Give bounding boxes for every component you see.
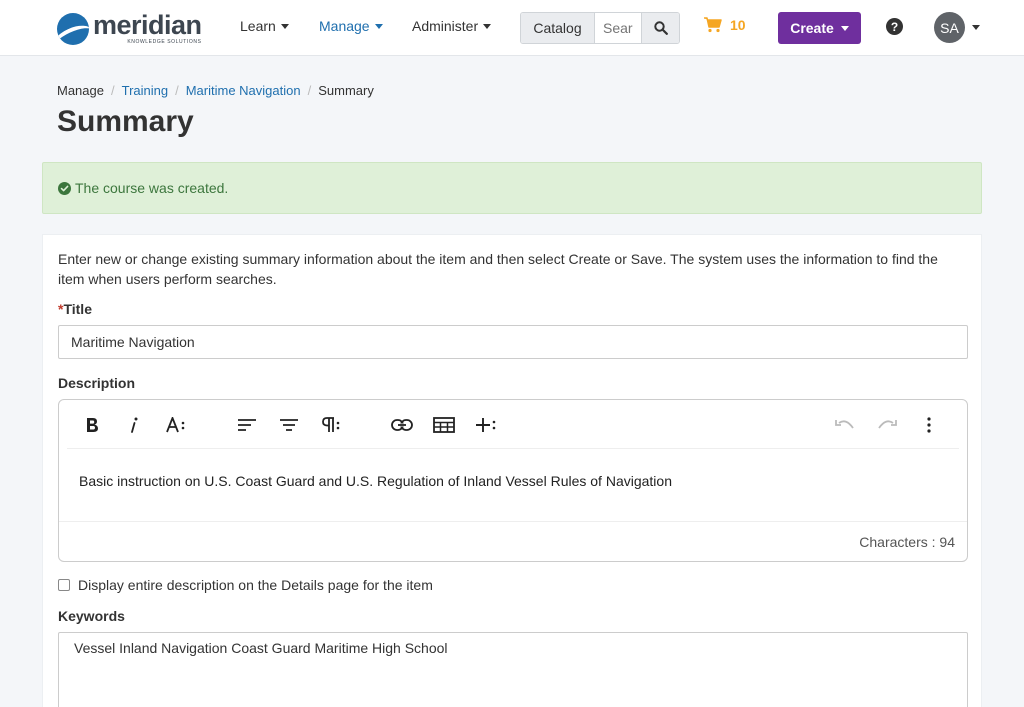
display-description-label: Display entire description on the Detail…: [78, 577, 433, 593]
top-navbar: meridian KNOWLEDGE SOLUTIONS Learn Manag…: [0, 0, 1024, 56]
search-button[interactable]: [641, 13, 679, 43]
font-size-icon: [166, 417, 185, 433]
align-left-icon: [238, 419, 256, 431]
chevron-down-icon: [374, 23, 383, 29]
catalog-dropdown-button[interactable]: Catalog: [521, 13, 595, 43]
character-count: Characters : 94: [859, 534, 955, 550]
align-center-icon: [280, 419, 298, 431]
check-circle-icon: [58, 181, 71, 195]
link-button[interactable]: [389, 412, 415, 438]
form-intro-text: Enter new or change existing summary inf…: [58, 251, 938, 287]
chevron-down-icon: [483, 23, 492, 29]
breadcrumb: Manage / Training / Maritime Navigation …: [57, 83, 374, 98]
italic-icon: [131, 417, 138, 433]
display-description-checkbox[interactable]: [58, 579, 70, 591]
description-content[interactable]: Basic instruction on U.S. Coast Guard an…: [79, 473, 672, 489]
keywords-textarea[interactable]: Vessel Inland Navigation Coast Guard Mar…: [58, 632, 968, 707]
search-input[interactable]: [595, 13, 641, 43]
brand-name: meridian: [93, 10, 202, 40]
display-description-option[interactable]: Display entire description on the Detail…: [58, 577, 433, 593]
paragraph-icon: [322, 417, 340, 432]
logo-icon: [57, 12, 89, 45]
more-vertical-icon: [927, 417, 931, 433]
title-label: *Title: [58, 301, 92, 317]
title-input[interactable]: [58, 325, 968, 359]
keywords-label: Keywords: [58, 608, 125, 624]
table-button[interactable]: [431, 412, 457, 438]
paragraph-button[interactable]: [318, 412, 344, 438]
breadcrumb-separator: /: [110, 83, 115, 98]
breadcrumb-course[interactable]: Maritime Navigation: [186, 83, 301, 98]
breadcrumb-separator: /: [175, 83, 179, 98]
avatar[interactable]: SA: [934, 12, 965, 43]
align-button[interactable]: [276, 412, 302, 438]
description-label: Description: [58, 375, 136, 391]
cart-button[interactable]: 10: [704, 17, 746, 33]
create-button-label: Create: [790, 20, 834, 36]
success-alert: The course was created.: [42, 162, 982, 214]
brand-tagline: KNOWLEDGE SOLUTIONS: [127, 39, 202, 45]
title-label-text: Title: [63, 301, 92, 317]
cart-count: 10: [730, 17, 746, 33]
editor-footer: Characters : 94: [59, 521, 967, 561]
nav-learn[interactable]: Learn: [240, 18, 289, 34]
chevron-down-icon: [280, 23, 289, 29]
more-options-button[interactable]: [916, 412, 942, 438]
plus-icon: [476, 418, 496, 432]
page-title: Summary: [57, 105, 194, 138]
nav-manage[interactable]: Manage: [319, 18, 383, 34]
help-icon[interactable]: ?: [886, 18, 903, 35]
search-group: Catalog: [520, 12, 680, 44]
undo-button[interactable]: [832, 412, 858, 438]
create-button[interactable]: Create: [778, 12, 861, 44]
bold-icon: [87, 418, 98, 432]
nav-administer[interactable]: Administer: [412, 18, 492, 34]
description-editor: Basic instruction on U.S. Coast Guard an…: [58, 399, 968, 562]
nav-learn-label: Learn: [240, 18, 276, 34]
chevron-down-icon: [840, 25, 849, 31]
breadcrumb-current: Summary: [318, 83, 374, 98]
chevron-down-icon[interactable]: [972, 25, 980, 30]
bold-button[interactable]: [79, 412, 105, 438]
undo-icon: [835, 420, 854, 429]
italic-button[interactable]: [121, 412, 147, 438]
redo-button[interactable]: [874, 412, 900, 438]
link-icon: [391, 419, 413, 431]
breadcrumb-separator: /: [307, 83, 312, 98]
breadcrumb-manage: Manage: [57, 83, 104, 98]
brand-logo[interactable]: meridian KNOWLEDGE SOLUTIONS: [57, 12, 202, 45]
font-size-button[interactable]: [163, 412, 189, 438]
paragraph-format-button[interactable]: [234, 412, 260, 438]
insert-more-button[interactable]: [473, 412, 499, 438]
breadcrumb-training[interactable]: Training: [122, 83, 168, 98]
search-icon: [653, 21, 668, 35]
summary-form-card: Enter new or change existing summary inf…: [42, 234, 982, 707]
table-icon: [433, 417, 455, 433]
nav-manage-label: Manage: [319, 18, 370, 34]
alert-message: The course was created.: [75, 180, 229, 196]
shopping-cart-icon: [704, 17, 722, 33]
redo-icon: [878, 420, 897, 429]
nav-administer-label: Administer: [412, 18, 479, 34]
editor-toolbar: [67, 400, 959, 449]
